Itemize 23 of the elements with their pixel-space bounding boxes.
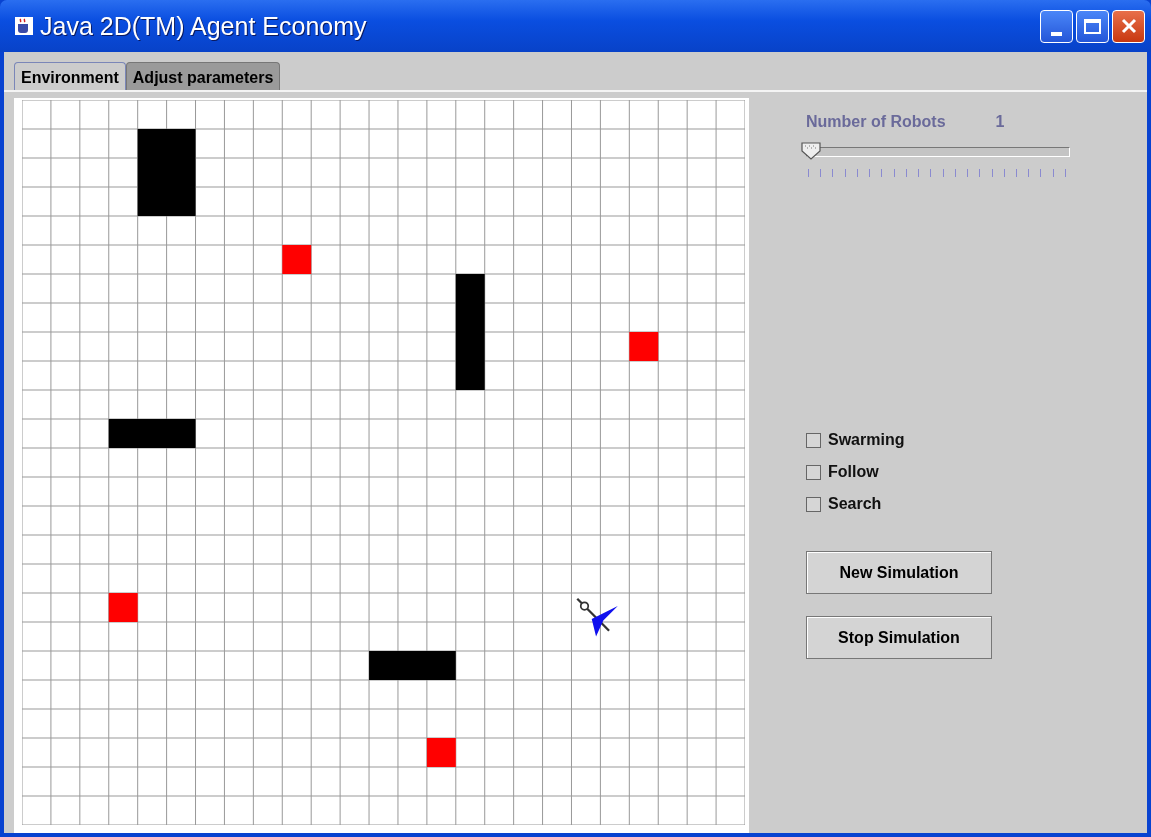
simulation-button[interactable]: Stop Simulation <box>806 616 992 659</box>
minimize-button[interactable] <box>1040 9 1073 43</box>
checkbox-label: Follow <box>828 463 879 481</box>
tab[interactable]: Adjust parameters <box>125 62 281 90</box>
simulation-button[interactable]: New Simulation <box>806 551 992 594</box>
target-square <box>629 332 659 361</box>
checkbox[interactable] <box>806 496 821 512</box>
target-square <box>282 245 312 274</box>
window-title: Java 2D(TM) Agent Economy <box>40 11 368 41</box>
cup-icon <box>14 16 34 36</box>
slider-label: Number of Robots <box>806 113 946 131</box>
close-button[interactable] <box>1112 9 1145 43</box>
slider-thumb[interactable] <box>801 142 821 160</box>
checkbox-label: Swarming <box>828 431 905 449</box>
slider-value: 1 <box>995 113 1005 131</box>
checkbox-label: Search <box>828 495 882 513</box>
checkbox[interactable] <box>806 432 821 448</box>
maximize-button[interactable] <box>1076 9 1109 43</box>
tab[interactable]: Environment <box>14 62 126 90</box>
checkbox[interactable] <box>806 464 821 480</box>
target-square <box>108 593 138 622</box>
target-square <box>426 738 456 767</box>
robot-icon <box>576 597 618 637</box>
